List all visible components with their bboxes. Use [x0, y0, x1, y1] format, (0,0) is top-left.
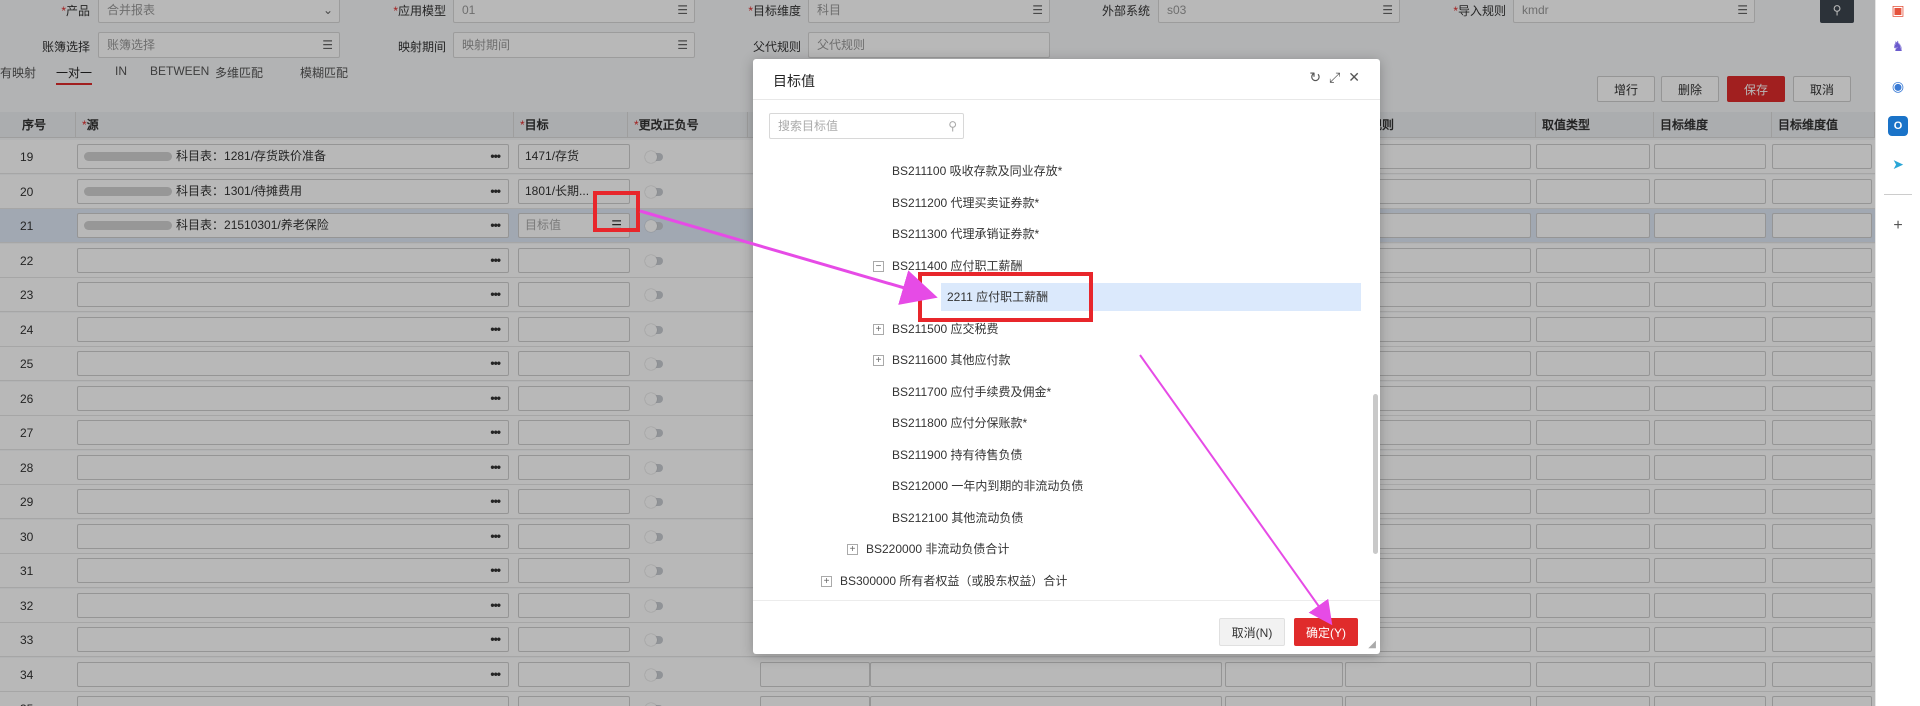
expand-icon[interactable]: +	[821, 575, 832, 587]
tree-node[interactable]: + BS211600 其他应付款	[873, 346, 1011, 374]
tree-node[interactable]: BS211800 应付分保账款*	[873, 409, 1027, 437]
tree-node[interactable]: BS211700 应付手续费及佣金*	[873, 378, 1051, 406]
dialog-ok-button[interactable]: 确定(Y)	[1294, 618, 1358, 646]
refresh-icon[interactable]: ↻	[1309, 69, 1321, 86]
tree-node[interactable]: BS212100 其他流动负债	[873, 504, 1023, 532]
toolbox-icon[interactable]: ▣	[1888, 0, 1908, 20]
expand-icon[interactable]: +	[847, 544, 858, 556]
tree-node-label: BS300000 所有者权益（或股东权益）合计	[840, 573, 1068, 588]
tree-node-label: BS211700 应付手续费及佣金*	[892, 384, 1052, 399]
dialog-divider	[753, 99, 1380, 100]
dialog-title: 目标值	[773, 73, 815, 89]
target-tree: BS211100 吸收存款及同业存放* BS211200 代理买卖证券款* BS21…	[753, 157, 1373, 603]
tree-node-label: BS212100 其他流动负债	[892, 510, 1024, 525]
tree-node[interactable]: BS212000 一年内到期的非流动负债	[873, 472, 1083, 500]
tree-node-label: BS211800 应付分保账款*	[892, 416, 1028, 430]
resize-handle-icon[interactable]: ◢	[1368, 639, 1376, 650]
tree-node[interactable]: BS211300 代理承销证券款*	[873, 220, 1039, 248]
plus-icon[interactable]: +	[1888, 216, 1908, 236]
maximize-icon[interactable]: ⤢	[1329, 69, 1340, 86]
collapse-icon[interactable]: −	[873, 260, 884, 272]
tree-node-label: BS212000 一年内到期的非流动负债	[892, 479, 1084, 493]
highlight-target-list-button	[593, 191, 640, 232]
search-icon: ⚲	[948, 119, 957, 133]
tree-node-label: BS211200 代理买卖证券款*	[892, 195, 1040, 210]
tree-node[interactable]: BS211900 持有待售负债	[873, 441, 1023, 469]
tree-node-label: BS211900 持有待售负债	[892, 447, 1023, 462]
dialog-footer	[753, 600, 1380, 654]
target-value-dialog: 目标值 ↻ ⤢ ✕ 搜索目标值 ⚲ BS211100 吸收存款及同业存放* BS21…	[753, 59, 1380, 654]
right-sidebar: ▣ ♞ ◉ O ➤ +	[1875, 0, 1920, 706]
outlook-icon[interactable]: O	[1888, 116, 1908, 136]
copilot-icon[interactable]: ◉	[1888, 76, 1908, 96]
dialog-controls: ↻ ⤢ ✕	[1309, 69, 1360, 86]
sidebar-divider	[1884, 194, 1912, 195]
chess-icon[interactable]: ♞	[1888, 36, 1908, 56]
dialog-cancel-button[interactable]: 取消(N)	[1219, 618, 1285, 646]
tree-node-label: BS211500 应交税费	[892, 321, 999, 336]
send-icon[interactable]: ➤	[1888, 154, 1908, 174]
tree-node-label: BS220000 非流动负债合计	[866, 542, 1010, 556]
expand-icon[interactable]: +	[873, 323, 884, 335]
tree-node-label: BS211600 其他应付款	[892, 353, 1011, 367]
tree-scrollbar[interactable]	[1373, 394, 1378, 554]
tree-node[interactable]: + BS220000 非流动负债合计	[847, 535, 1009, 563]
close-icon[interactable]: ✕	[1348, 69, 1360, 86]
highlight-tree-node	[918, 272, 1093, 322]
tree-node-label: BS211300 代理承销证券款*	[892, 227, 1040, 241]
tree-node-label: BS211100 吸收存款及同业存放*	[892, 164, 1063, 178]
tree-node[interactable]: + BS300000 所有者权益（或股东权益）合计	[821, 567, 1067, 595]
target-search-input[interactable]: 搜索目标值 ⚲	[769, 113, 964, 139]
tree-node[interactable]: BS211100 吸收存款及同业存放*	[873, 157, 1062, 185]
tree-node-label: BS211400 应付职工薪酬	[892, 258, 1023, 273]
tree-node[interactable]: BS211200 代理买卖证券款*	[873, 189, 1039, 217]
expand-icon[interactable]: +	[873, 355, 884, 367]
